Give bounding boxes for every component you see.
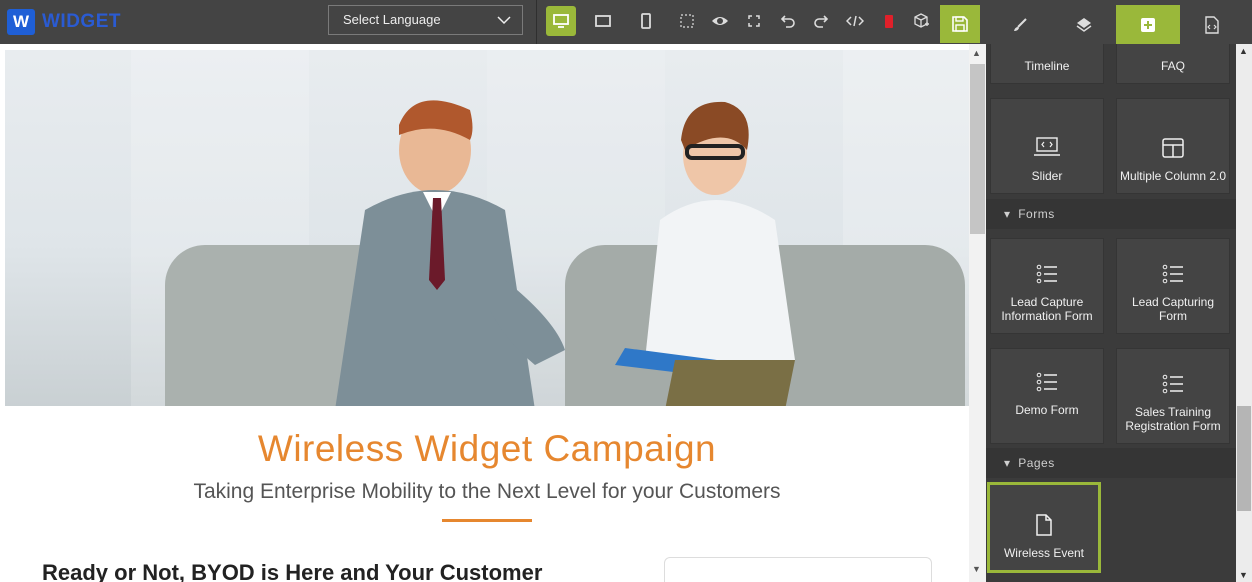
fullscreen-icon — [748, 15, 760, 27]
block-label: Slider — [1031, 169, 1063, 183]
canvas-scrollbar[interactable]: ▲ ▼ — [969, 44, 986, 582]
section-heading[interactable]: Ready or Not, BYOD is Here and Your Cust… — [42, 560, 542, 582]
add-block-button[interactable] — [907, 7, 935, 35]
blocks-panel: Timeline FAQ Slider Multiple Column 2.0 … — [986, 44, 1236, 582]
hero-image — [5, 50, 969, 406]
slider-icon — [1034, 137, 1060, 156]
scroll-up-arrow-icon[interactable]: ▲ — [1239, 46, 1248, 56]
editor-canvas[interactable]: Wireless Widget Campaign Taking Enterpri… — [0, 44, 986, 582]
layers-icon — [1076, 17, 1092, 32]
delete-icon — [885, 15, 893, 28]
block-multiple-column[interactable]: Multiple Column 2.0 — [1116, 98, 1230, 194]
mobile-view-icon — [641, 13, 651, 29]
delete-button[interactable] — [875, 7, 903, 35]
form-list-icon — [1162, 374, 1183, 394]
block-label: Multiple Column 2.0 — [1119, 169, 1227, 183]
preview-eye-icon — [712, 17, 728, 25]
code-view-button[interactable] — [841, 7, 869, 35]
block-label: FAQ — [1160, 59, 1185, 73]
save-icon — [952, 16, 968, 32]
app-logo: W — [7, 9, 35, 35]
columns-icon — [1162, 138, 1184, 158]
desktop-view-icon — [553, 14, 569, 28]
caret-down-icon: ▾ — [1004, 207, 1019, 221]
category-label: Pages — [1018, 456, 1055, 470]
code-view-icon — [846, 15, 864, 27]
tablet-view-icon — [595, 15, 611, 27]
save-button[interactable] — [940, 5, 980, 43]
blocks-tab[interactable] — [1116, 5, 1180, 44]
form-list-icon — [1036, 372, 1057, 392]
form-list-icon — [1036, 264, 1057, 284]
headline-divider — [442, 519, 532, 522]
category-forms[interactable]: ▾ Forms — [986, 199, 1236, 229]
campaign-headline[interactable]: Wireless Widget Campaign — [0, 428, 974, 470]
form-list-icon — [1162, 264, 1183, 284]
block-wireless-event[interactable]: Wireless Event — [987, 482, 1101, 573]
desktop-view-button[interactable] — [546, 6, 576, 36]
top-toolbar: W WIDGET Select Language — [0, 0, 1252, 44]
block-sales-training-registration-form[interactable]: Sales Training Registration Form — [1116, 348, 1230, 444]
app-name: WIDGET — [42, 11, 121, 32]
toolbar-divider — [536, 0, 537, 44]
panel-scrollbar-thumb[interactable] — [1237, 406, 1251, 511]
fullscreen-button[interactable] — [740, 7, 768, 35]
redo-icon — [814, 15, 829, 28]
campaign-subheadline[interactable]: Taking Enterprise Mobility to the Next L… — [0, 480, 974, 504]
add-block-icon — [914, 13, 929, 28]
mobile-view-button[interactable] — [632, 7, 660, 35]
code-file-icon — [1205, 15, 1219, 34]
businessman-illustration — [335, 100, 565, 406]
businesswoman-illustration — [615, 101, 795, 406]
tablet-view-button[interactable] — [589, 7, 617, 35]
block-label: Sales Training Registration Form — [1125, 405, 1221, 433]
caret-down-icon: ▾ — [1004, 456, 1019, 470]
import-code-tab[interactable] — [1180, 5, 1244, 44]
block-lead-capture-information-form[interactable]: Lead Capture Information Form — [990, 238, 1104, 334]
layer-manager-tab[interactable] — [1052, 5, 1116, 44]
language-select[interactable]: Select Language — [328, 5, 523, 35]
block-faq[interactable]: FAQ — [1116, 44, 1230, 84]
plus-square-icon — [1141, 17, 1155, 32]
block-slider[interactable]: Slider — [990, 98, 1104, 194]
page-icon — [1036, 514, 1052, 536]
undo-button[interactable] — [774, 7, 802, 35]
chevron-down-icon — [497, 16, 511, 25]
block-lead-capturing-form[interactable]: Lead Capturing Form — [1116, 238, 1230, 334]
category-label: Forms — [1018, 207, 1055, 221]
language-select-label: Select Language — [343, 12, 441, 27]
content-card[interactable] — [664, 557, 932, 582]
canvas-scrollbar-thumb[interactable] — [970, 64, 985, 234]
scroll-up-arrow-icon[interactable]: ▲ — [972, 48, 981, 58]
undo-icon — [780, 15, 795, 28]
preview-button[interactable] — [706, 7, 734, 35]
panel-scrollbar[interactable]: ▲ ▼ — [1236, 44, 1252, 582]
scroll-down-arrow-icon[interactable]: ▼ — [972, 564, 981, 574]
style-manager-tab[interactable] — [988, 5, 1052, 44]
block-timeline[interactable]: Timeline — [990, 44, 1104, 84]
block-label: Lead Capturing Form — [1131, 295, 1215, 323]
block-label: Lead Capture Information Form — [1001, 295, 1093, 323]
block-demo-form[interactable]: Demo Form — [990, 348, 1104, 444]
block-label: Timeline — [1024, 59, 1070, 73]
scroll-down-arrow-icon[interactable]: ▼ — [1239, 570, 1248, 580]
block-label: Wireless Event — [1003, 546, 1085, 560]
category-pages[interactable]: ▾ Pages — [986, 448, 1236, 478]
select-area-icon — [680, 14, 694, 28]
select-area-button[interactable] — [673, 7, 701, 35]
paintbrush-icon — [1014, 17, 1027, 31]
block-label: Demo Form — [1015, 403, 1079, 417]
redo-button[interactable] — [807, 7, 835, 35]
